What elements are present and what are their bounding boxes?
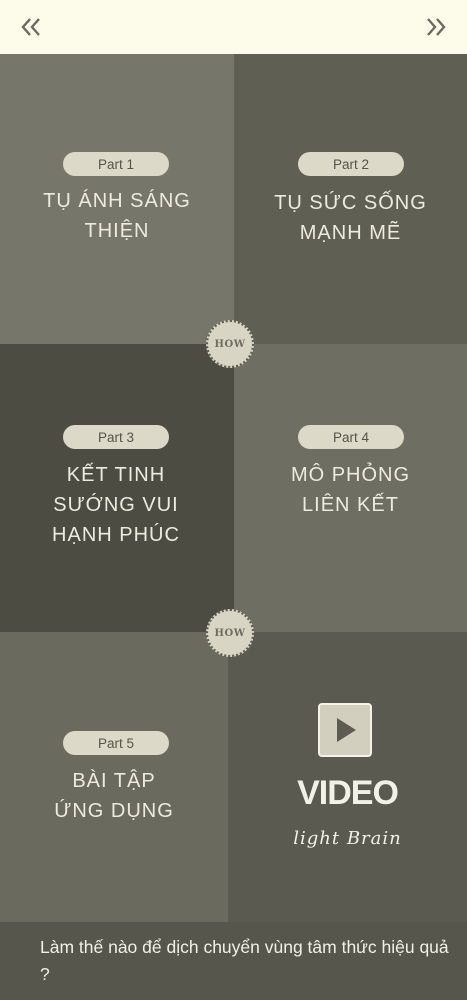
how-badge-1: HOW: [206, 320, 254, 368]
video-subtitle: light Brain: [293, 828, 402, 849]
part-3-title: KẾT TINH SƯỚNG VUI HẠNH PHÚC: [0, 460, 232, 550]
part-5-title: BÀI TẬP ỨNG DỤNG: [0, 766, 228, 826]
part-5-title-line-1: BÀI TẬP: [72, 770, 156, 792]
part-3-card[interactable]: Part 3 KẾT TINH SƯỚNG VUI HẠNH PHÚC: [0, 344, 234, 632]
part-4-title: MÔ PHỎNG LIÊN KẾT: [234, 460, 467, 520]
part-1-badge: Part 1: [63, 152, 169, 176]
part-4-card[interactable]: Part 4 MÔ PHỎNG LIÊN KẾT: [234, 344, 467, 632]
part-3-title-line-1: KẾT TINH: [66, 464, 166, 486]
video-play-button[interactable]: [318, 703, 372, 757]
part-1-title-line-1: TỤ ÁNH SÁNG: [43, 190, 191, 212]
part-5-badge: Part 5: [63, 731, 169, 755]
part-2-card[interactable]: Part 2 TỤ SỨC SỐNG MẠNH MẼ: [234, 54, 467, 344]
part-5-card[interactable]: Part 5 BÀI TẬP ỨNG DỤNG: [0, 632, 228, 922]
part-1-card[interactable]: Part 1 TỤ ÁNH SÁNG THIỆN: [0, 54, 234, 344]
back-button[interactable]: [14, 10, 48, 44]
part-2-title-line-2: MẠNH MẼ: [299, 222, 402, 244]
part-5-title-line-2: ỨNG DỤNG: [54, 800, 174, 822]
double-chevron-right-icon: [427, 18, 446, 36]
double-chevron-left-icon: [21, 18, 40, 36]
part-4-badge: Part 4: [298, 425, 404, 449]
how-badge-2-text: HOW: [214, 627, 246, 639]
how-badge-2: HOW: [206, 609, 254, 657]
part-3-badge: Part 3: [63, 425, 169, 449]
part-1-title: TỤ ÁNH SÁNG THIỆN: [0, 186, 234, 246]
part-2-badge: Part 2: [298, 152, 404, 176]
how-badge-1-text: HOW: [214, 338, 246, 350]
part-1-title-line-2: THIỆN: [84, 220, 150, 242]
part-2-title: TỤ SỨC SỐNG MẠNH MẼ: [234, 188, 467, 248]
part-4-title-line-1: MÔ PHỎNG: [290, 464, 411, 486]
part-4-title-line-2: LIÊN KẾT: [302, 494, 399, 516]
footer-question: Làm thế nào để dịch chuyển vùng tâm thức…: [40, 937, 449, 984]
footer-banner: Làm thế nào để dịch chuyển vùng tâm thức…: [0, 922, 467, 1000]
video-card[interactable]: VIDEO light Brain: [228, 632, 467, 922]
top-nav-bar: [0, 0, 467, 54]
video-label: VIDEO: [297, 774, 399, 812]
play-icon: [337, 718, 356, 742]
forward-button[interactable]: [419, 10, 453, 44]
parts-grid: Part 1 TỤ ÁNH SÁNG THIỆN Part 2 TỤ SỨC S…: [0, 54, 467, 922]
part-2-title-line-1: TỤ SỨC SỐNG: [274, 192, 427, 214]
part-3-title-line-2: SƯỚNG VUI: [53, 494, 179, 516]
part-3-title-line-3: HẠNH PHÚC: [52, 524, 180, 546]
